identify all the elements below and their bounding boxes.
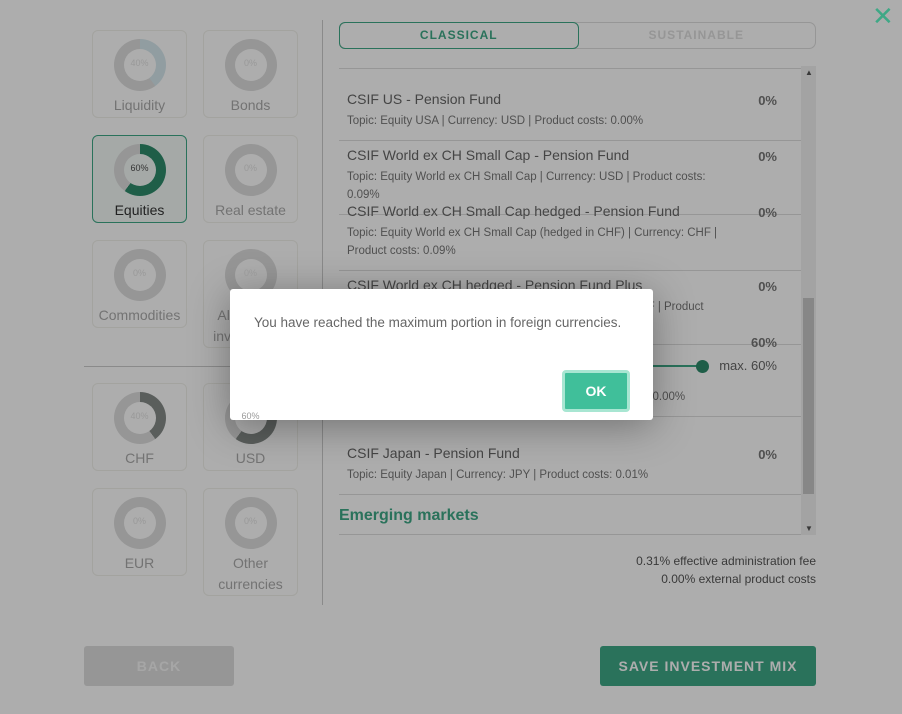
alert-dialog: You have reached the maximum portion in … bbox=[230, 289, 653, 420]
dialog-message: You have reached the maximum portion in … bbox=[254, 315, 622, 330]
ok-button[interactable]: OK bbox=[562, 370, 630, 412]
close-icon[interactable]: ✕ bbox=[872, 3, 894, 29]
